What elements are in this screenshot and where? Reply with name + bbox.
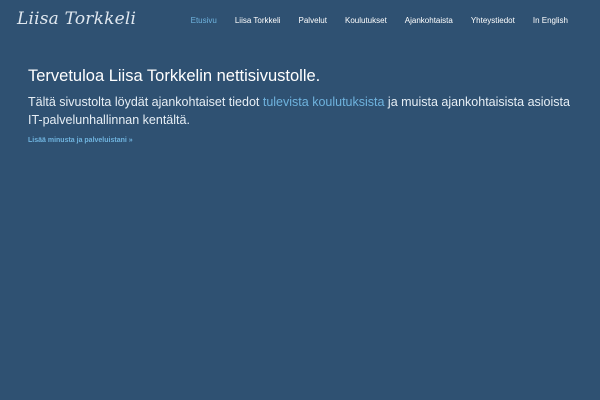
- more-about-me-link[interactable]: Lisää minusta ja palveluistani »: [28, 137, 133, 144]
- intro-paragraph: Tältä sivustolta löydät ajankohtaiset ti…: [28, 93, 578, 129]
- intro-text-start: Tältä sivustolta löydät ajankohtaiset ti…: [28, 95, 263, 109]
- nav-link-koulutukset[interactable]: Koulutukset: [336, 16, 396, 26]
- site-header: Liisa Torkkeli Etusivu Liisa Torkkeli Pa…: [0, 0, 600, 44]
- hero-section: Tervetuloa Liisa Torkkelin nettisivustol…: [28, 66, 578, 147]
- nav-item-ajankohtaista: Ajankohtaista: [396, 16, 462, 26]
- nav-item-etusivu: Etusivu: [182, 16, 226, 26]
- upcoming-trainings-link[interactable]: tulevista koulutuksista: [263, 95, 385, 109]
- nav-item-palvelut: Palvelut: [290, 16, 336, 26]
- nav-item-yhteystiedot: Yhteystiedot: [462, 16, 524, 26]
- nav-list: Etusivu Liisa Torkkeli Palvelut Koulutuk…: [182, 16, 577, 26]
- nav-item-in-english: In English: [524, 16, 577, 26]
- site-logo[interactable]: Liisa Torkkeli: [17, 9, 136, 29]
- nav-link-etusivu[interactable]: Etusivu: [182, 16, 226, 26]
- nav-link-liisa-torkkeli[interactable]: Liisa Torkkeli: [226, 16, 290, 26]
- nav-link-ajankohtaista[interactable]: Ajankohtaista: [396, 16, 462, 26]
- nav-link-palvelut[interactable]: Palvelut: [290, 16, 336, 26]
- nav-link-in-english[interactable]: In English: [524, 16, 577, 26]
- nav-item-liisa-torkkeli: Liisa Torkkeli: [226, 16, 290, 26]
- nav-link-yhteystiedot[interactable]: Yhteystiedot: [462, 16, 524, 26]
- page-title: Tervetuloa Liisa Torkkelin nettisivustol…: [28, 67, 321, 85]
- nav-item-koulutukset: Koulutukset: [336, 16, 396, 26]
